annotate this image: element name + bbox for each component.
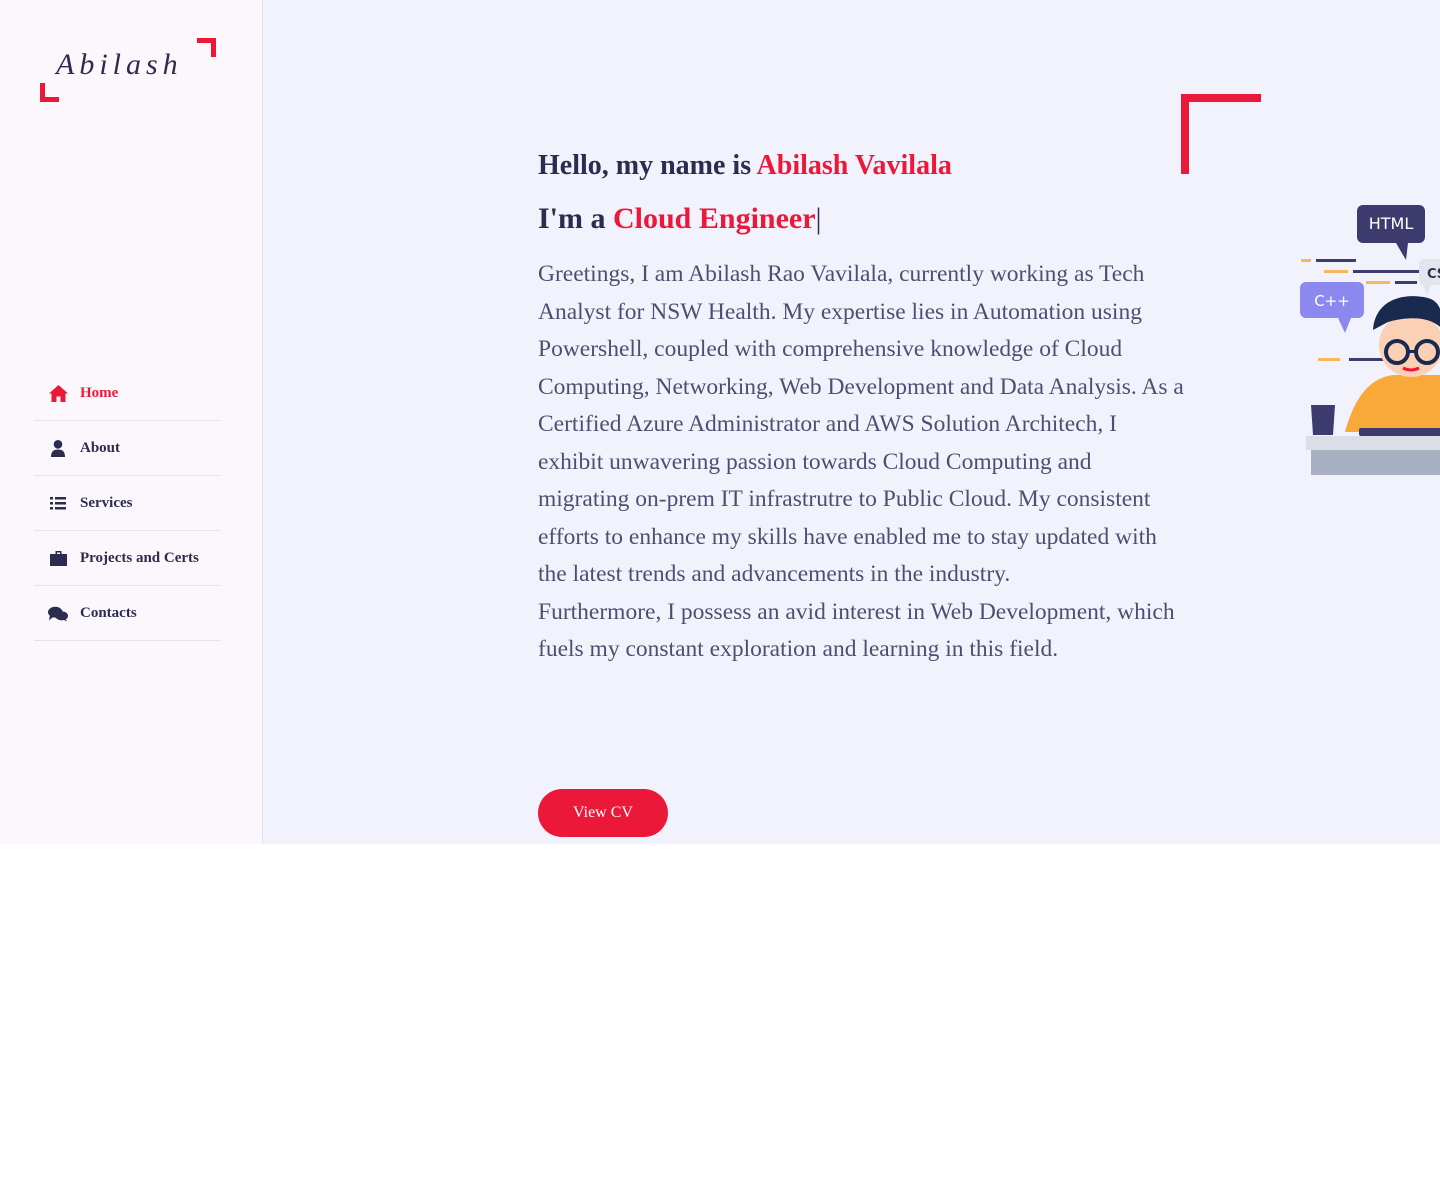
sidebar-item-label: Contacts — [80, 605, 137, 621]
hero-greeting: Hello, my name is Abilash Vavilala — [538, 150, 1188, 182]
list-icon — [48, 494, 68, 514]
hero-role: I'm a Cloud Engineer| — [538, 202, 1188, 236]
logo-text[interactable]: Abilash — [56, 48, 183, 82]
greeting-prefix: Hello, my name is — [538, 150, 757, 181]
user-icon — [48, 439, 68, 459]
view-cv-button[interactable]: View CV — [538, 789, 668, 837]
home-icon — [48, 384, 68, 404]
hero-name: Abilash Vavilala — [756, 150, 952, 181]
hero-content: Hello, my name is Abilash Vavilala I'm a… — [538, 150, 1188, 669]
logo[interactable]: Abilash — [40, 38, 216, 102]
bubble-css-text: CS — [1427, 267, 1440, 282]
decorative-bracket — [1181, 94, 1261, 174]
sidebar-item-home[interactable]: Home — [34, 367, 221, 421]
logo-corner-bottom-left — [40, 83, 59, 102]
description-paragraph-2: Furthermore, I possess an avid interest … — [538, 598, 1175, 663]
comments-icon — [48, 604, 68, 624]
bubble-html-text: HTML — [1369, 214, 1414, 233]
sidebar-item-label: Home — [80, 385, 119, 401]
typing-cursor: | — [815, 202, 822, 235]
briefcase-icon — [48, 549, 68, 569]
hero-description: Greetings, I am Abilash Rao Vavilala, cu… — [538, 256, 1188, 669]
logo-corner-top-right — [197, 38, 216, 57]
sidebar: Abilash Home About Services Projects and… — [0, 0, 263, 844]
sidebar-item-contacts[interactable]: Contacts — [34, 587, 221, 641]
sidebar-item-projects[interactable]: Projects and Certs — [34, 532, 221, 586]
sidebar-item-services[interactable]: Services — [34, 477, 221, 531]
bubble-cpp-text: C++ — [1314, 292, 1350, 310]
main-section: Hello, my name is Abilash Vavilala I'm a… — [263, 0, 1440, 844]
sidebar-nav: Home About Services Projects and Certs C… — [34, 367, 221, 642]
sidebar-item-label: Services — [80, 495, 133, 511]
role-prefix: I'm a — [538, 202, 613, 235]
sidebar-item-label: Projects and Certs — [80, 550, 199, 566]
description-paragraph-1: Greetings, I am Abilash Rao Vavilala, cu… — [538, 261, 1184, 587]
sidebar-item-label: About — [80, 440, 121, 456]
role-title: Cloud Engineer — [613, 202, 816, 235]
sidebar-item-about[interactable]: About — [34, 422, 221, 476]
coder-illustration: HTML CS C++ — [1300, 205, 1440, 475]
